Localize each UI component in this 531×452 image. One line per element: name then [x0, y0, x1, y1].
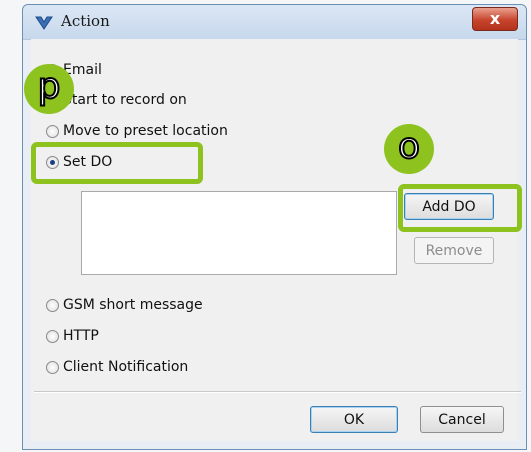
option-preset-label: Move to preset location: [63, 123, 228, 139]
option-record-label: Start to record on: [63, 92, 187, 108]
window-title: Action: [61, 12, 110, 30]
add-do-highlight: [398, 184, 522, 232]
cancel-button[interactable]: Cancel: [420, 406, 504, 433]
marker-p-label: p: [37, 66, 62, 107]
ok-button[interactable]: OK: [310, 406, 398, 433]
app-icon: [35, 16, 53, 30]
radio-client-notification[interactable]: [46, 360, 59, 374]
marker-o-label: o: [397, 126, 421, 167]
close-icon: x: [489, 9, 501, 28]
radio-gsm[interactable]: [46, 298, 59, 312]
set-do-highlight: [31, 142, 203, 184]
radio-preset[interactable]: [46, 124, 59, 138]
option-gsm-label: GSM short message: [63, 297, 203, 313]
option-http-label: HTTP: [63, 328, 99, 344]
option-gsm[interactable]: GSM short message: [46, 295, 203, 315]
option-http[interactable]: HTTP: [46, 326, 99, 346]
option-client-notification[interactable]: Client Notification: [46, 357, 188, 377]
option-client-notification-label: Client Notification: [63, 359, 189, 375]
title-bar: Action x: [23, 5, 526, 40]
do-list[interactable]: [81, 191, 397, 275]
marker-p: p: [24, 64, 74, 114]
remove-button[interactable]: Remove: [414, 237, 494, 264]
close-button[interactable]: x: [472, 7, 518, 31]
marker-o: o: [384, 124, 434, 174]
separator: [34, 391, 521, 393]
radio-http[interactable]: [46, 329, 59, 343]
option-preset[interactable]: Move to preset location: [46, 121, 228, 141]
